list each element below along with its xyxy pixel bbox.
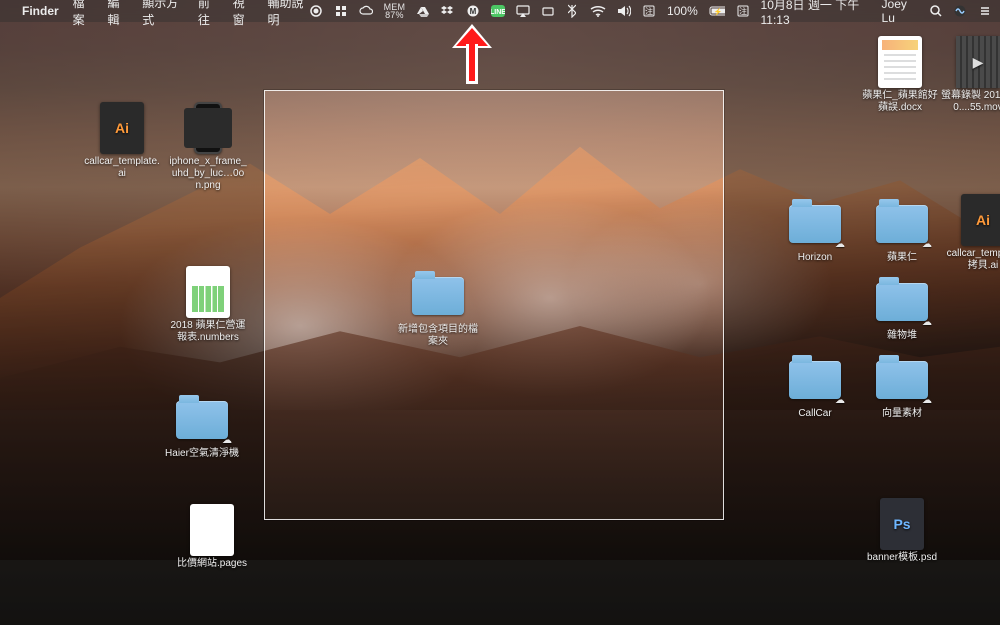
folder-icon: ☁	[874, 356, 930, 404]
desktop-icon-label: 向量素材	[862, 408, 942, 420]
svg-text:LINE: LINE	[491, 9, 505, 16]
desktop-icon-label: 2018 蘋果仁營運報表.numbers	[168, 320, 248, 344]
folder-icon: ☁	[787, 200, 843, 248]
desktop-icon[interactable]: 蘋果仁_蘋果館好蘋誤.docx	[860, 38, 940, 114]
mov-file-icon	[950, 38, 1000, 86]
annotation-arrow	[452, 24, 492, 84]
ai-file-icon	[94, 104, 150, 152]
desktop-icon-label: 蘋果仁_蘋果館好蘋誤.docx	[860, 90, 940, 114]
desktop-icon-label: 螢幕錄製 2018-10....55.mov	[938, 90, 1000, 114]
desktop-icon[interactable]: ☁ CallCar	[775, 356, 855, 420]
volume-icon[interactable]	[617, 3, 631, 19]
desktop-icon[interactable]: ☁ 向量素材	[862, 356, 942, 420]
folder-icon: ☁	[874, 278, 930, 326]
siri-icon[interactable]	[953, 3, 967, 19]
app-name[interactable]: Finder	[22, 4, 59, 18]
mem-value: 87%	[385, 10, 404, 20]
desktop-icon[interactable]: 2018 蘋果仁營運報表.numbers	[168, 268, 248, 344]
desktop-icon-label: 蘋果仁	[862, 252, 942, 264]
desktop-icon[interactable]: callcar_template.ai	[82, 104, 162, 180]
desktop-icon[interactable]: ☁ Haier空氣清淨機	[162, 396, 242, 460]
desktop-icon[interactable]: iphone_x_frame_uhd_by_luc…0on.png	[168, 104, 248, 192]
spotlight-icon[interactable]	[929, 3, 943, 19]
desktop-icon[interactable]: ☁ 蘋果仁	[862, 200, 942, 264]
folder-icon: ☁	[787, 356, 843, 404]
dropbox-icon[interactable]	[441, 3, 455, 19]
desktop-icon[interactable]: 螢幕錄製 2018-10....55.mov	[938, 38, 1000, 114]
desktop-icon[interactable]: ☁ 雜物堆	[862, 278, 942, 342]
desktop-icon-label: callcar_template 拷貝.ai	[943, 248, 1000, 272]
wifi-icon[interactable]	[590, 3, 606, 19]
line-app-icon[interactable]: LINE	[491, 3, 505, 19]
desktop-icon[interactable]: 比價網站.pages	[172, 506, 252, 570]
airplay-icon[interactable]	[516, 3, 530, 19]
menubar-user[interactable]: Joey Lu	[882, 0, 918, 25]
cloud-sync-icon[interactable]	[359, 3, 373, 19]
numbers-file-icon	[180, 268, 236, 316]
folder-icon: ☁	[874, 200, 930, 248]
desktop-icon-label: 雜物堆	[862, 330, 942, 342]
menubar-datetime[interactable]: 10月8日 週一 下午11:13	[761, 0, 871, 27]
desktop-icon[interactable]: banner模板.psd	[862, 500, 942, 564]
battery-icon[interactable]: ⚡	[709, 3, 725, 19]
image-file-icon	[180, 104, 236, 152]
keyboard-input-icon[interactable]	[541, 3, 555, 19]
menubar: Finder 檔案 編輯 顯示方式 前往 視窗 輔助說明 MEM87%MLINE…	[0, 0, 1000, 22]
menu-file[interactable]: 檔案	[73, 0, 94, 28]
memory-indicator[interactable]: MEM87%	[384, 3, 406, 19]
desktop-icon-label: Haier空氣清淨機	[162, 448, 242, 460]
bluetooth-icon[interactable]	[566, 3, 580, 19]
svg-text:M: M	[470, 7, 477, 16]
desktop-icon-label: iphone_x_frame_uhd_by_luc…0on.png	[168, 156, 248, 192]
svg-text:⚡: ⚡	[713, 7, 722, 16]
desktop-icon-label: banner模板.psd	[862, 552, 942, 564]
google-drive-icon[interactable]	[416, 3, 430, 19]
screenshot-selection-box[interactable]	[264, 90, 724, 520]
battery-percent[interactable]: 100%	[667, 4, 698, 18]
psd-file-icon	[874, 500, 930, 548]
desktop-icon-label: 比價網站.pages	[172, 558, 252, 570]
docx-file-icon	[872, 38, 928, 86]
pages-file-icon	[184, 506, 240, 554]
text-input-menu-icon[interactable]: 注	[642, 3, 656, 19]
grid-icon[interactable]	[334, 3, 348, 19]
desktop-icon-label: callcar_template.ai	[82, 156, 162, 180]
svg-text:注: 注	[739, 6, 747, 16]
folder-icon: ☁	[174, 396, 230, 444]
desktop-icon[interactable]: callcar_template 拷貝.ai	[943, 196, 1000, 272]
svg-text:注: 注	[645, 6, 653, 16]
menu-help[interactable]: 輔助說明	[267, 0, 309, 28]
desktop-icon-label: CallCar	[775, 408, 855, 420]
desktop-icon-label: Horizon	[775, 252, 855, 264]
menu-edit[interactable]: 編輯	[107, 0, 128, 28]
desktop-icon[interactable]: ☁ Horizon	[775, 200, 855, 264]
menu-window[interactable]: 視窗	[233, 0, 254, 28]
menu-go[interactable]: 前往	[198, 0, 219, 28]
menu-view[interactable]: 顯示方式	[142, 0, 184, 28]
text-input-menu-icon[interactable]: 注	[736, 3, 750, 19]
record-icon[interactable]	[309, 3, 323, 19]
notification-center-icon[interactable]	[978, 3, 992, 19]
circle-m-icon[interactable]: M	[466, 3, 480, 19]
ai-file-icon	[955, 196, 1000, 244]
